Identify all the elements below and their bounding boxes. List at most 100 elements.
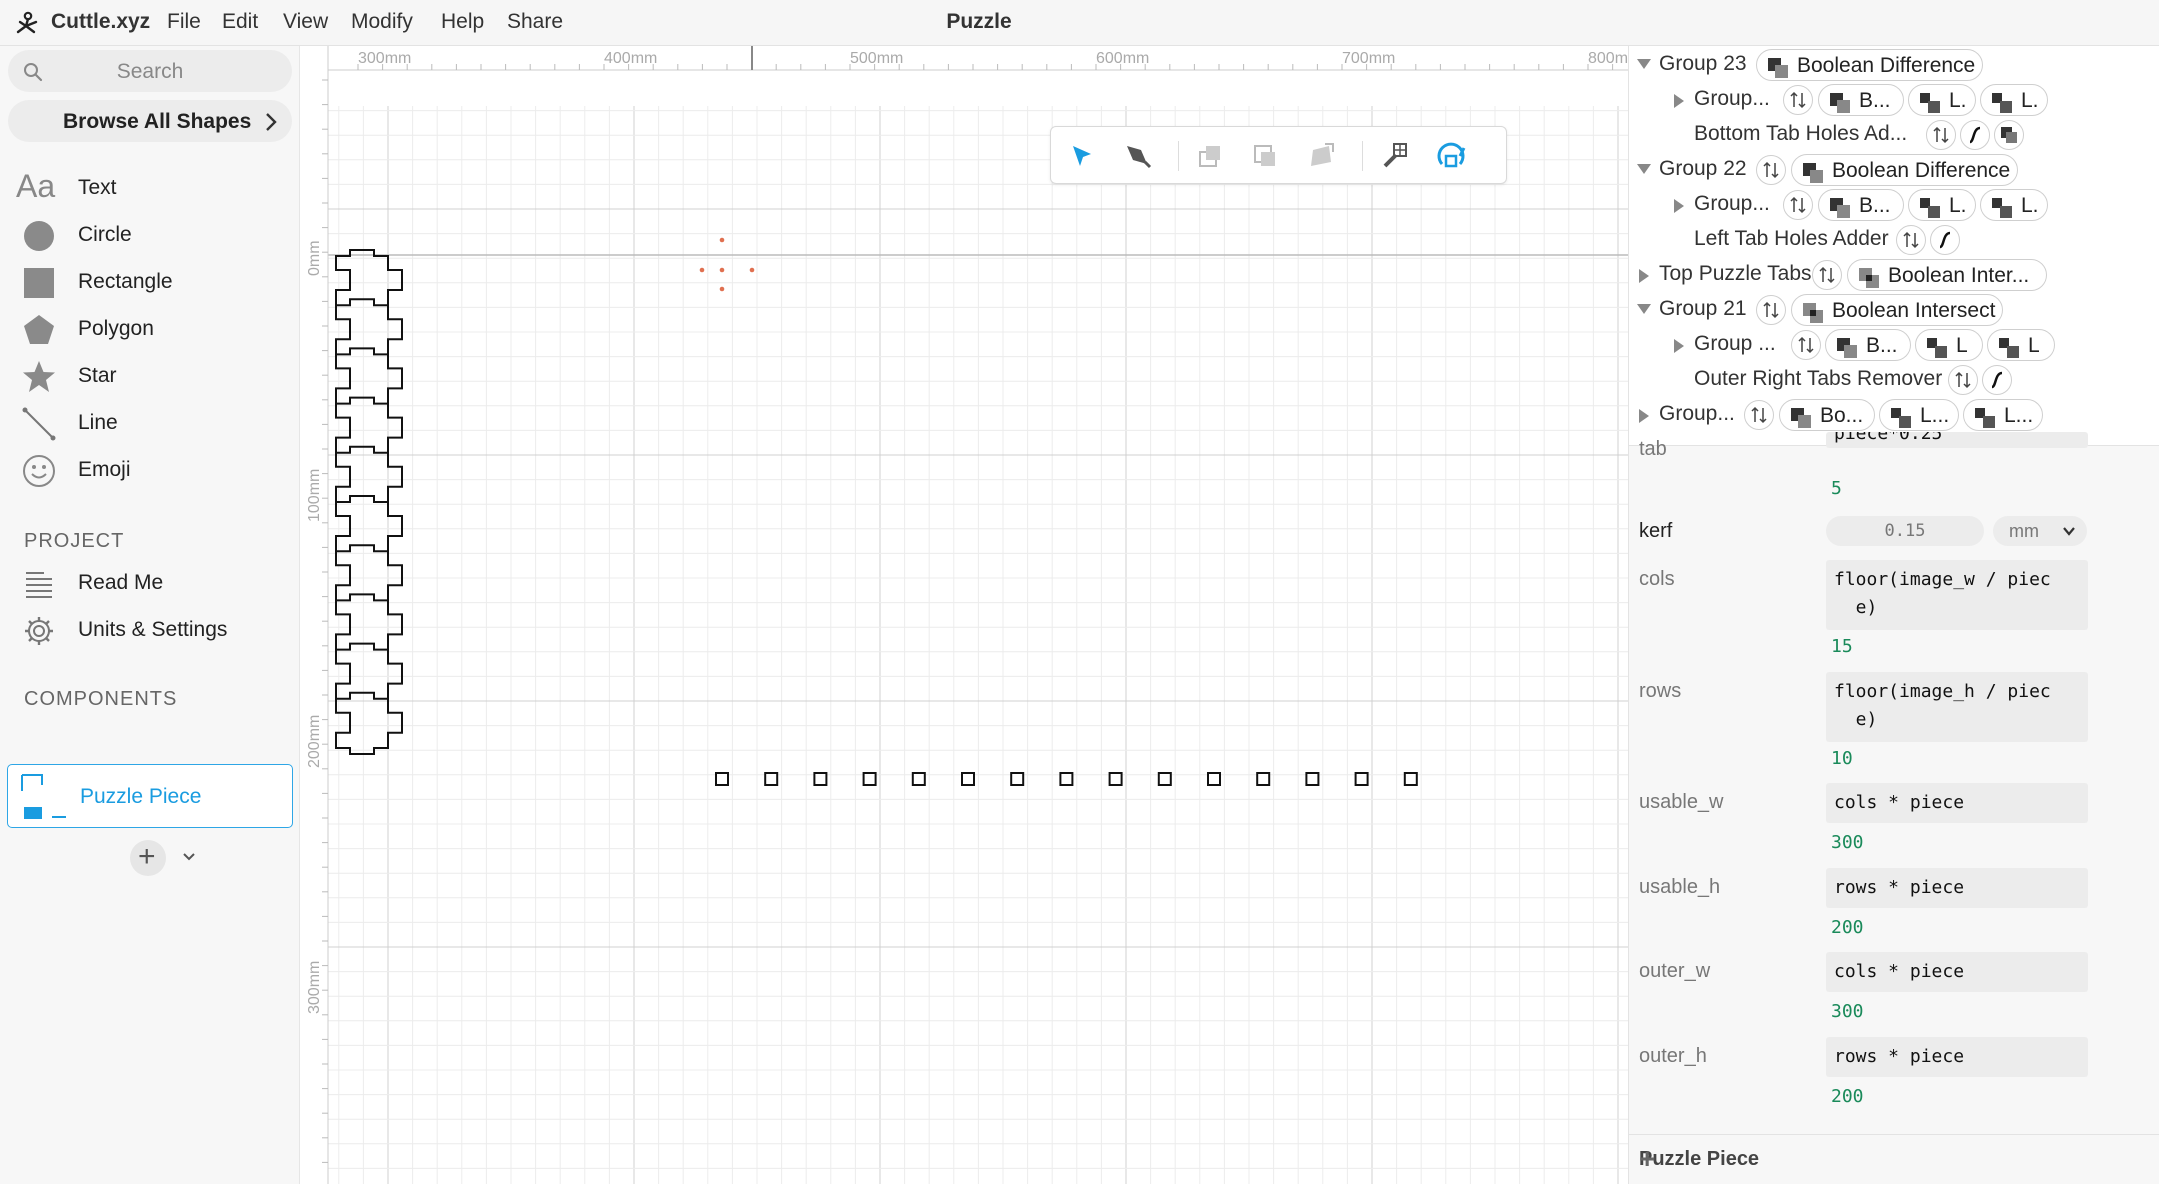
search-input[interactable]: Search [8,50,292,92]
add-parameter-button[interactable]: + [1639,1143,2144,1175]
param-result-outer-w: 300 [1831,1001,1864,1022]
expand-toggle-icon[interactable] [1637,59,1651,69]
transform-icon[interactable] [1303,138,1339,174]
tree-row-bottom-tab-holes[interactable]: Bottom Tab Holes Ad... [1629,118,2159,153]
browse-all-shapes-button[interactable]: Browse All Shapes [8,100,292,142]
boolean-icon[interactable] [1994,120,2024,150]
tree-row-left-tab-holes[interactable]: Left Tab Holes Adder [1629,223,2159,258]
swap-icon[interactable] [1948,365,1978,395]
layer-pill[interactable]: L... [1879,399,1959,431]
expand-toggle-icon[interactable] [1637,164,1651,174]
project-item-label: Units & Settings [78,618,228,641]
boolean-difference-pill[interactable]: Boolean Difference [1756,49,1983,81]
expand-toggle-icon[interactable] [1639,409,1649,423]
shape-star[interactable]: Star [0,354,300,398]
boolean-icon [1830,198,1850,218]
param-input-kerf[interactable]: 0.15 [1826,516,1984,546]
shape-text[interactable]: Aa Text [0,166,300,210]
param-input-usable-w[interactable]: cols * piece [1826,783,2088,823]
tree-row-group[interactable]: Group ... B... L L [1629,328,2159,363]
shape-rectangle[interactable]: Rectangle [0,260,300,304]
expand-toggle-icon[interactable] [1639,269,1649,283]
param-label-tab: tab [1639,438,1667,460]
param-input-cols[interactable]: floor(image_w / piec e) [1826,560,2088,630]
ruler-label-top: 300mm [358,50,411,67]
tree-row-group-23[interactable]: Group 23 Boolean Difference [1629,48,2159,83]
function-icon[interactable] [1960,120,1990,150]
tree-row-group[interactable]: Group... B... L. L. [1629,83,2159,118]
layer-pill[interactable]: L... [1963,399,2043,431]
select-arrow-icon[interactable] [1063,138,1099,174]
rotate-snap-icon[interactable] [1434,138,1470,174]
tree-row-group-21[interactable]: Group 21 Boolean Intersect [1629,293,2159,328]
pen-tool-icon[interactable] [1119,138,1155,174]
project-item-units-settings[interactable]: Units & Settings [0,608,300,652]
chevron-right-icon [266,113,277,131]
document-lines-icon [26,572,52,598]
swap-icon[interactable] [1756,295,1786,325]
shape-emoji[interactable]: Emoji [0,448,300,492]
project-item-read-me[interactable]: Read Me [0,561,300,605]
swap-icon[interactable] [1896,225,1926,255]
shape-label: Line [78,411,118,434]
puzzle-piece-seam [336,396,388,405]
swap-icon[interactable] [1783,85,1813,115]
swap-icon[interactable] [1791,330,1821,360]
send-to-back-icon[interactable] [1247,138,1283,174]
tree-row-outer-right-tabs[interactable]: Outer Right Tabs Remover [1629,363,2159,398]
layer-pill[interactable]: L. [1908,84,1976,116]
shape-circle[interactable]: Circle [0,213,300,257]
boolean-intersect-pill[interactable]: Boolean Inter... [1847,259,2047,291]
function-icon[interactable] [1930,225,1960,255]
layer-pill[interactable]: L. [1908,189,1976,221]
function-icon[interactable] [1982,365,2012,395]
expand-toggle-icon[interactable] [1674,339,1684,353]
tree-row-group[interactable]: Group... B... L. L. [1629,188,2159,223]
layer-pill[interactable]: L [1987,329,2055,361]
param-input-tab[interactable]: piece*0.25 [1826,432,2088,448]
swap-icon[interactable] [1744,400,1774,430]
pill-label: L [2028,334,2040,357]
param-input-rows[interactable]: floor(image_h / piec e) [1826,672,2088,742]
layer-pill[interactable]: L. [1980,189,2048,221]
layer-pill[interactable]: L [1915,329,1983,361]
shape-polygon[interactable]: Polygon [0,307,300,351]
boolean-intersect-pill[interactable]: Boolean Intersect [1791,294,2003,326]
param-input-usable-h[interactable]: rows * piece [1826,868,2088,908]
boolean-pill[interactable]: B... [1818,189,1904,221]
param-input-outer-w[interactable]: cols * piece [1826,952,2088,992]
text-icon: Aa [16,168,56,204]
swap-icon[interactable] [1812,260,1842,290]
boolean-pill[interactable]: B... [1818,84,1904,116]
canvas-grid[interactable]: 300mm 400mm 500mm 600mm 700mm 800m 0mm 100mm 200… [300,46,1628,1184]
boolean-pill[interactable]: Bo... [1779,399,1875,431]
component-puzzle-piece[interactable]: Puzzle Piece [7,764,293,828]
kerf-unit-select[interactable]: mm [1993,516,2087,546]
swap-icon[interactable] [1756,155,1786,185]
add-component-button[interactable]: + [130,840,166,876]
tree-row-group-22[interactable]: Group 22 Boolean Difference [1629,153,2159,188]
chevron-down-icon[interactable] [182,852,196,862]
edit-geometry-icon[interactable] [1378,138,1414,174]
swap-icon[interactable] [1783,190,1813,220]
boolean-pill[interactable]: B... [1825,329,1911,361]
pill-label: L... [1920,404,1950,427]
tree-row-group[interactable]: Group... Bo... L... L... [1629,398,2159,433]
ruler-label-left: 200mm [306,715,323,768]
tree-label: Group... [1694,87,1770,110]
tree-label: Group... [1694,192,1770,215]
tree-row-top-puzzle-tabs[interactable]: Top Puzzle Tabs Boolean Inter... [1629,258,2159,293]
expand-toggle-icon[interactable] [1674,94,1684,108]
param-input-outer-h[interactable]: rows * piece [1826,1037,2088,1077]
expand-toggle-icon[interactable] [1674,199,1684,213]
param-label-outer-h: outer_h [1639,1045,1707,1067]
document-title[interactable]: Puzzle [0,10,1958,34]
expand-toggle-icon[interactable] [1637,304,1651,314]
layer-icon [1920,198,1940,218]
boolean-difference-pill[interactable]: Boolean Difference [1791,154,2018,186]
swap-icon[interactable] [1926,120,1956,150]
bring-to-front-icon[interactable] [1192,138,1228,174]
shape-line[interactable]: Line [0,401,300,445]
design-canvas[interactable]: 300mm 400mm 500mm 600mm 700mm 800m 0mm 100mm 200… [300,46,1628,1184]
layer-pill[interactable]: L. [1980,84,2048,116]
